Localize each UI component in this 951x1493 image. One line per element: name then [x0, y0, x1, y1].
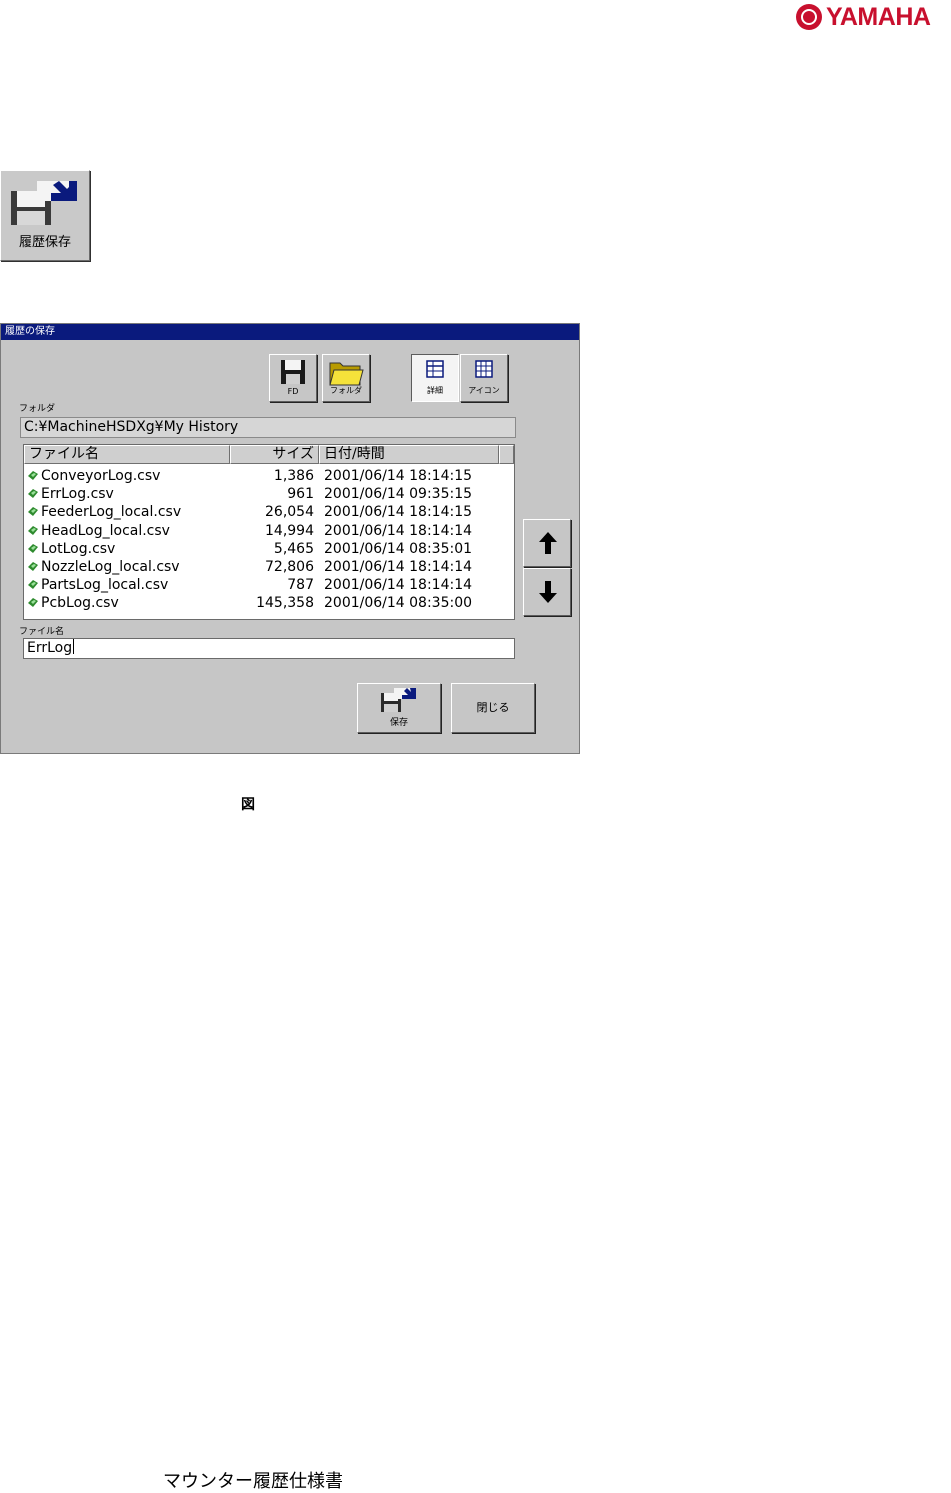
- file-name: HeadLog_local.csv: [41, 522, 170, 539]
- file-size: 961: [287, 486, 314, 503]
- file-name: ConveyorLog.csv: [41, 468, 161, 484]
- csv-file-icon: [28, 507, 38, 517]
- filename-field-label: ファイル名: [19, 627, 65, 637]
- text-caret: [73, 639, 75, 654]
- file-name: FeederLog_local.csv: [41, 504, 182, 521]
- file-datetime: 2001/06/14 18:14:15: [324, 468, 473, 484]
- file-row[interactable]: LotLog.csv 5,465 2001/06/14 08:35:01: [24, 540, 514, 558]
- file-list[interactable]: ファイル名 サイズ 日付/時間 ConveyorLog.csv 1,386 2001…: [23, 444, 515, 620]
- save-to-disk-icon: [11, 181, 77, 225]
- file-row[interactable]: PcbLog.csv 145,358 2001/06/14 08:35:00: [24, 594, 514, 612]
- file-size: 72,806: [265, 559, 314, 575]
- column-header-name[interactable]: ファイル名: [24, 445, 230, 464]
- csv-file-icon: [28, 580, 38, 590]
- save-to-disk-icon: [381, 688, 416, 712]
- folder-field-label: フォルダ: [19, 404, 56, 414]
- file-datetime: 2001/06/14 08:35:01: [324, 540, 473, 557]
- arrow-up-icon: [539, 532, 557, 554]
- csv-file-icon: [28, 525, 38, 535]
- file-name: PartsLog_local.csv: [41, 577, 169, 594]
- close-label: 閉じる: [476, 701, 510, 714]
- column-header-size[interactable]: サイズ: [230, 445, 319, 464]
- file-row[interactable]: HeadLog_local.csv 14,994 2001/06/14 18:14:…: [24, 522, 514, 540]
- floppy-disk-icon: [281, 360, 305, 384]
- detail-view-icon: [426, 360, 444, 378]
- csv-file-icon: [28, 471, 38, 480]
- arrow-down-icon: [539, 581, 557, 603]
- csv-file-icon: [28, 489, 38, 499]
- icon-view-button[interactable]: アイコン: [460, 354, 508, 402]
- file-size: 14,994: [265, 522, 314, 539]
- dialog-title: 履歴の保存: [1, 324, 579, 340]
- history-save-label: 履歴保存: [18, 235, 71, 250]
- save-history-dialog: 履歴の保存 FD フォルダ 詳細 アイコン フォルダ C:¥MachineHSD…: [0, 323, 580, 754]
- icon-view-label: アイコン: [468, 386, 500, 395]
- folder-icon: [329, 362, 364, 386]
- file-datetime: 2001/06/14 08:35:00: [324, 595, 473, 612]
- detail-view-label: 詳細: [427, 386, 443, 395]
- file-datetime: 2001/06/14 18:14:14: [324, 577, 473, 594]
- csv-file-icon: [28, 543, 38, 553]
- scroll-down-button[interactable]: [523, 568, 571, 616]
- icon-view-icon: [475, 360, 493, 378]
- file-size: 1,386: [273, 468, 314, 484]
- file-datetime: 2001/06/14 18:14:15: [324, 504, 473, 521]
- file-datetime: 2001/06/14 18:14:14: [324, 522, 473, 539]
- folder-button[interactable]: フォルダ: [322, 354, 370, 402]
- yamaha-logo: YAMAHA: [796, 0, 948, 34]
- file-name: NozzleLog_local.csv: [41, 559, 180, 575]
- file-size: 5,465: [273, 540, 314, 557]
- file-name: ErrLog.csv: [41, 486, 114, 503]
- file-name: LotLog.csv: [41, 540, 116, 557]
- history-save-button[interactable]: 履歴保存: [0, 170, 90, 261]
- filename-value: ErrLog: [27, 640, 73, 656]
- file-datetime: 2001/06/14 09:35:15: [324, 486, 473, 503]
- folder-label: フォルダ: [330, 386, 362, 395]
- column-header-datetime[interactable]: 日付/時間: [319, 445, 499, 464]
- file-row[interactable]: PartsLog_local.csv 787 2001/06/14 18:14:14: [24, 576, 514, 594]
- filename-input[interactable]: ErrLog: [23, 638, 515, 659]
- file-row[interactable]: NozzleLog_local.csv 72,806 2001/06/14 18:1…: [24, 558, 514, 576]
- tuning-fork-emblem-icon: [796, 4, 822, 30]
- file-datetime: 2001/06/14 18:14:14: [324, 559, 473, 575]
- file-name: PcbLog.csv: [41, 595, 119, 612]
- figure-label: 図: [241, 797, 255, 813]
- file-list-header: ファイル名 サイズ 日付/時間: [24, 445, 514, 464]
- save-button[interactable]: 保存: [357, 683, 441, 733]
- brand-name: YAMAHA: [826, 2, 931, 31]
- fd-button[interactable]: FD: [269, 354, 317, 402]
- document-footer: マウンター履歴仕様書: [163, 1471, 343, 1492]
- file-row[interactable]: FeederLog_local.csv 26,054 2001/06/14 18:1…: [24, 503, 514, 521]
- folder-path-field: C:¥MachineHSDXg¥My History: [20, 417, 516, 438]
- detail-view-button[interactable]: 詳細: [411, 354, 459, 402]
- fd-label: FD: [287, 387, 299, 396]
- scroll-up-button[interactable]: [523, 519, 571, 567]
- file-row[interactable]: ConveyorLog.csv 1,386 2001/06/14 18:14:15: [24, 467, 514, 485]
- csv-file-icon: [28, 598, 38, 608]
- column-header-filler: [499, 445, 514, 464]
- csv-file-icon: [28, 562, 38, 571]
- close-button[interactable]: 閉じる: [451, 683, 535, 733]
- file-size: 787: [287, 577, 314, 594]
- file-size: 145,358: [256, 595, 314, 612]
- file-row[interactable]: ErrLog.csv 961 2001/06/14 09:35:15: [24, 485, 514, 503]
- save-label: 保存: [389, 718, 408, 728]
- file-size: 26,054: [265, 504, 314, 521]
